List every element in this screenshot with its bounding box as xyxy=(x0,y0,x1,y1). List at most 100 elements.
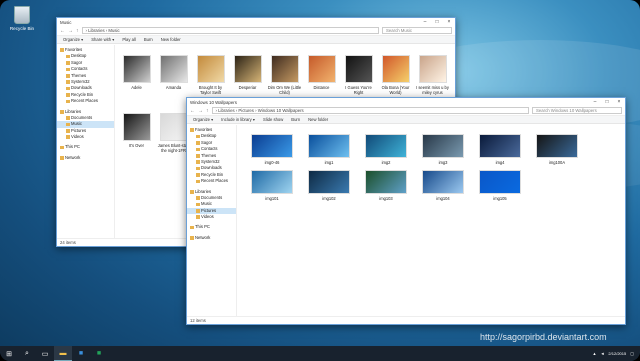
file-tile[interactable]: Brought It by Taylor Swift xyxy=(193,55,228,95)
command-button[interactable]: Burn xyxy=(144,37,153,42)
task-view-icon: ▭ xyxy=(41,350,49,358)
thumbnail-image xyxy=(418,55,447,83)
file-tile[interactable]: img3 xyxy=(418,134,468,165)
thumbnail-image xyxy=(479,170,521,194)
maximize-button[interactable]: □ xyxy=(601,99,613,105)
file-tile[interactable]: img2 xyxy=(361,134,411,165)
folder-icon xyxy=(66,99,70,104)
file-tile[interactable]: Adele xyxy=(119,55,154,90)
thumbnail-image xyxy=(479,134,521,158)
command-button[interactable]: Slide show xyxy=(263,117,283,122)
nav-item[interactable]: Recent Places xyxy=(187,178,236,184)
nav-item[interactable]: This PC xyxy=(57,144,114,150)
forward-arrow-icon[interactable]: → xyxy=(68,28,73,34)
folder-icon xyxy=(66,61,70,65)
file-tile[interactable]: img1 xyxy=(304,134,354,165)
folder-icon xyxy=(196,209,200,213)
nav-item[interactable]: Network xyxy=(57,155,114,161)
clock[interactable]: 2/12/2015 xyxy=(608,351,626,356)
minimize-button[interactable]: – xyxy=(419,19,431,25)
file-tile[interactable]: Dim Om We (Little Child) xyxy=(267,55,302,95)
file-tile[interactable]: I Guess You're Right xyxy=(341,55,376,95)
volume-icon[interactable]: ◄ xyxy=(600,351,604,356)
nav-item-label: Network xyxy=(195,234,211,240)
minimize-button[interactable]: – xyxy=(589,99,601,105)
search-input[interactable]: Search Music xyxy=(382,27,452,34)
file-tile[interactable]: img105 xyxy=(475,170,525,201)
forward-arrow-icon[interactable]: → xyxy=(198,108,203,114)
title-bar[interactable]: Windows 10 Wallpapers – □ × xyxy=(187,98,625,106)
address-bar: ← → ↑ › Libraries › Pictures › Windows 1… xyxy=(187,106,625,116)
folder-icon xyxy=(196,166,200,171)
maximize-button[interactable]: □ xyxy=(431,19,443,25)
thumbnail-image xyxy=(122,55,151,83)
taskbar: ⊞ ⌕ ▭ ▬ ■ ■ ▲ ◄ 2/12/2015 ▢ xyxy=(0,346,640,361)
file-tile[interactable]: Ola Bona (Your World) xyxy=(378,55,413,95)
start-button[interactable]: ⊞ xyxy=(0,346,18,361)
deviantart-logo: deviantART xyxy=(532,278,594,290)
nav-item[interactable]: Recent Places xyxy=(57,98,114,104)
file-tile[interactable]: img0-46 xyxy=(247,134,297,165)
search-button[interactable]: ⌕ xyxy=(18,346,36,361)
nav-item-label: Libraries xyxy=(65,108,82,114)
nav-item-label: Contacts xyxy=(201,146,218,152)
recycle-bin-desktop-icon[interactable]: Recycle Bin xyxy=(8,6,36,31)
task-view-button[interactable]: ▭ xyxy=(36,346,54,361)
file-tile[interactable]: img103 xyxy=(361,170,411,201)
file-tile[interactable]: I seemit miss u by miley cyrus xyxy=(415,55,450,95)
notification-icon[interactable]: ▢ xyxy=(630,351,634,356)
nav-item-label: Sagor xyxy=(201,139,213,145)
pictures-window[interactable]: Windows 10 Wallpapers – □ × ← → ↑ › Librar… xyxy=(186,97,626,325)
nav-item[interactable]: Videos xyxy=(57,134,114,140)
command-button[interactable]: Organize ▾ xyxy=(63,37,83,42)
excel-icon: ■ xyxy=(96,350,102,357)
address-path[interactable]: › Libraries › Music xyxy=(81,27,379,34)
address-path[interactable]: › Libraries › Pictures › Windows 10 Wall… xyxy=(211,107,529,114)
excel-button[interactable]: ■ xyxy=(90,346,108,361)
folder-icon xyxy=(196,141,200,145)
file-tile[interactable]: img102 xyxy=(304,170,354,201)
file-explorer-button[interactable]: ▬ xyxy=(54,346,72,361)
file-tile[interactable]: Distance xyxy=(304,55,339,90)
up-arrow-icon[interactable]: ↑ xyxy=(206,108,209,114)
thumbnail-image xyxy=(308,170,350,194)
file-tile[interactable]: img104 xyxy=(418,170,468,201)
file-tile[interactable]: Amanda xyxy=(156,55,191,90)
thumbnail-image xyxy=(381,55,410,83)
search-input[interactable]: Search Windows 10 Wallpapers xyxy=(532,107,622,114)
command-button[interactable]: Burn xyxy=(291,117,300,122)
up-arrow-icon[interactable]: ↑ xyxy=(76,28,79,34)
nav-item[interactable]: Videos xyxy=(187,214,236,220)
back-arrow-icon[interactable]: ← xyxy=(60,28,65,34)
network-icon[interactable]: ▲ xyxy=(592,351,596,356)
file-tile[interactable]: img101 xyxy=(247,170,297,201)
thumbnail-image xyxy=(122,113,151,141)
folder-icon xyxy=(66,86,70,91)
folder-icon xyxy=(196,134,200,139)
command-button[interactable]: Organize ▾ xyxy=(193,117,213,122)
file-tile[interactable]: Desperiar xyxy=(230,55,265,90)
nav-item-label: System32 xyxy=(201,158,220,164)
command-button[interactable]: Share with ▾ xyxy=(91,37,114,42)
window-title: Music xyxy=(60,19,72,25)
thumbnail-image xyxy=(308,134,350,158)
folder-icon xyxy=(190,128,194,132)
navigation-pane: Favorites Desktop Sagor Contacts Themes Syste… xyxy=(187,125,237,316)
nav-item[interactable]: This PC xyxy=(187,224,236,230)
file-label: Distance xyxy=(313,85,330,90)
back-arrow-icon[interactable]: ← xyxy=(190,108,195,114)
file-tile[interactable]: img4 xyxy=(475,134,525,165)
command-button[interactable]: New folder xyxy=(161,37,181,42)
command-button[interactable]: Play all xyxy=(122,37,136,42)
command-button[interactable]: Include in library ▾ xyxy=(221,117,255,122)
store-button[interactable]: ■ xyxy=(72,346,90,361)
command-button[interactable]: New folder xyxy=(308,117,328,122)
folder-icon xyxy=(60,145,64,150)
file-tile[interactable]: It's Over xyxy=(119,113,154,148)
nav-item[interactable]: Network xyxy=(187,235,236,241)
title-bar[interactable]: Music – □ × xyxy=(57,18,455,26)
close-button[interactable]: × xyxy=(613,99,625,105)
close-button[interactable]: × xyxy=(443,19,455,25)
file-tile[interactable]: img100A xyxy=(532,134,582,165)
folder-icon xyxy=(196,153,200,158)
